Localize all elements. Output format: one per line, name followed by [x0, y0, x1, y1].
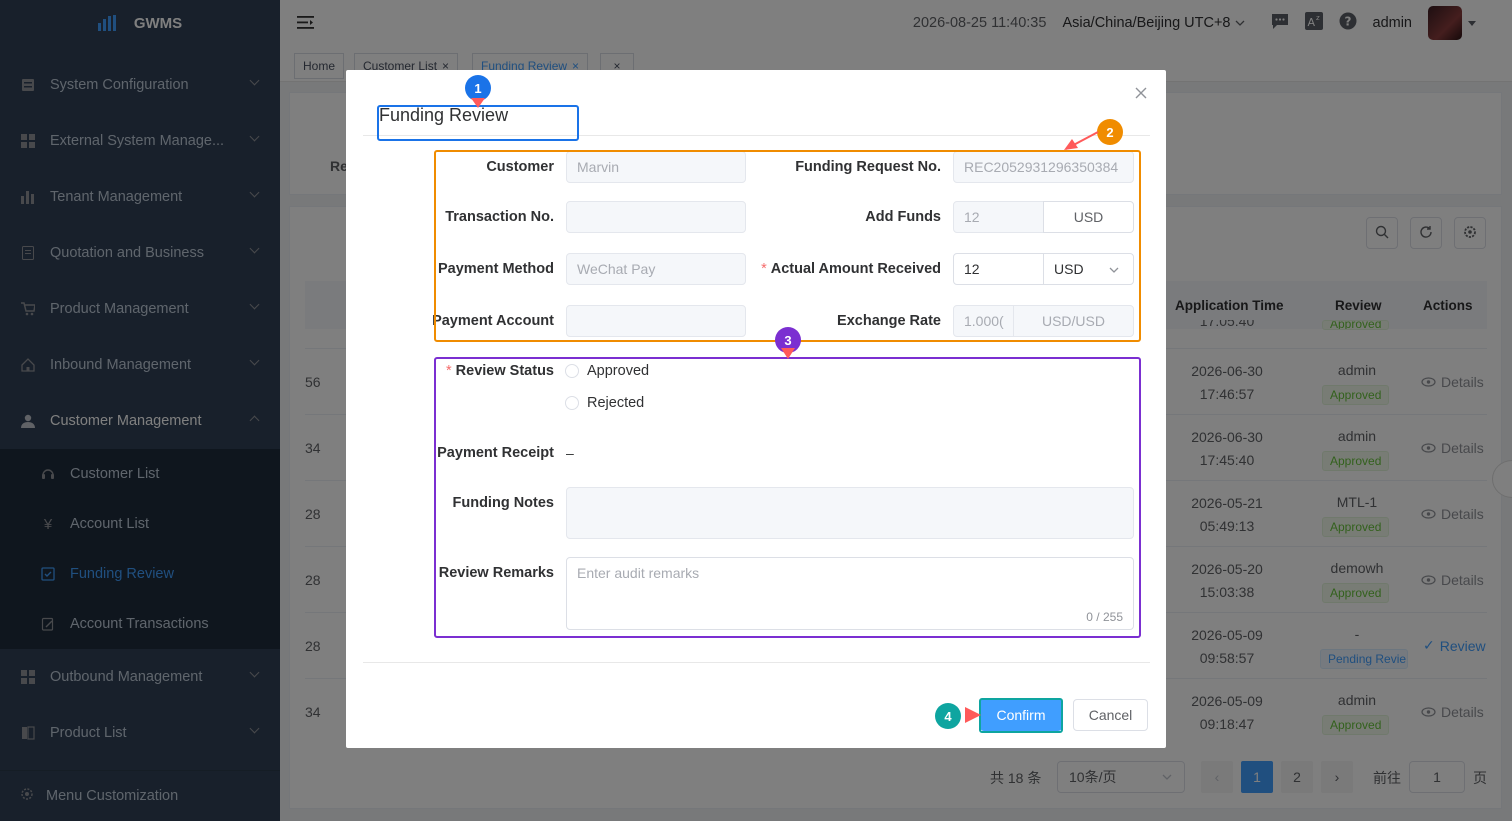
annotation-arrow-2 [1064, 131, 1099, 150]
annotation-box-4 [979, 698, 1063, 733]
annotation-badge-4: 4 [935, 703, 961, 729]
close-icon[interactable] [1134, 86, 1148, 100]
annotation-box-1 [377, 105, 579, 141]
annotation-arrow-4 [965, 707, 981, 723]
annotation-arrow-1 [471, 98, 485, 108]
dialog-footer-divider [363, 662, 1150, 663]
annotation-arrow-3 [781, 348, 795, 359]
annotation-box-2 [434, 150, 1141, 342]
annotation-box-3 [434, 357, 1141, 638]
annotation-badge-2: 2 [1097, 119, 1123, 145]
cancel-button[interactable]: Cancel [1073, 699, 1148, 731]
